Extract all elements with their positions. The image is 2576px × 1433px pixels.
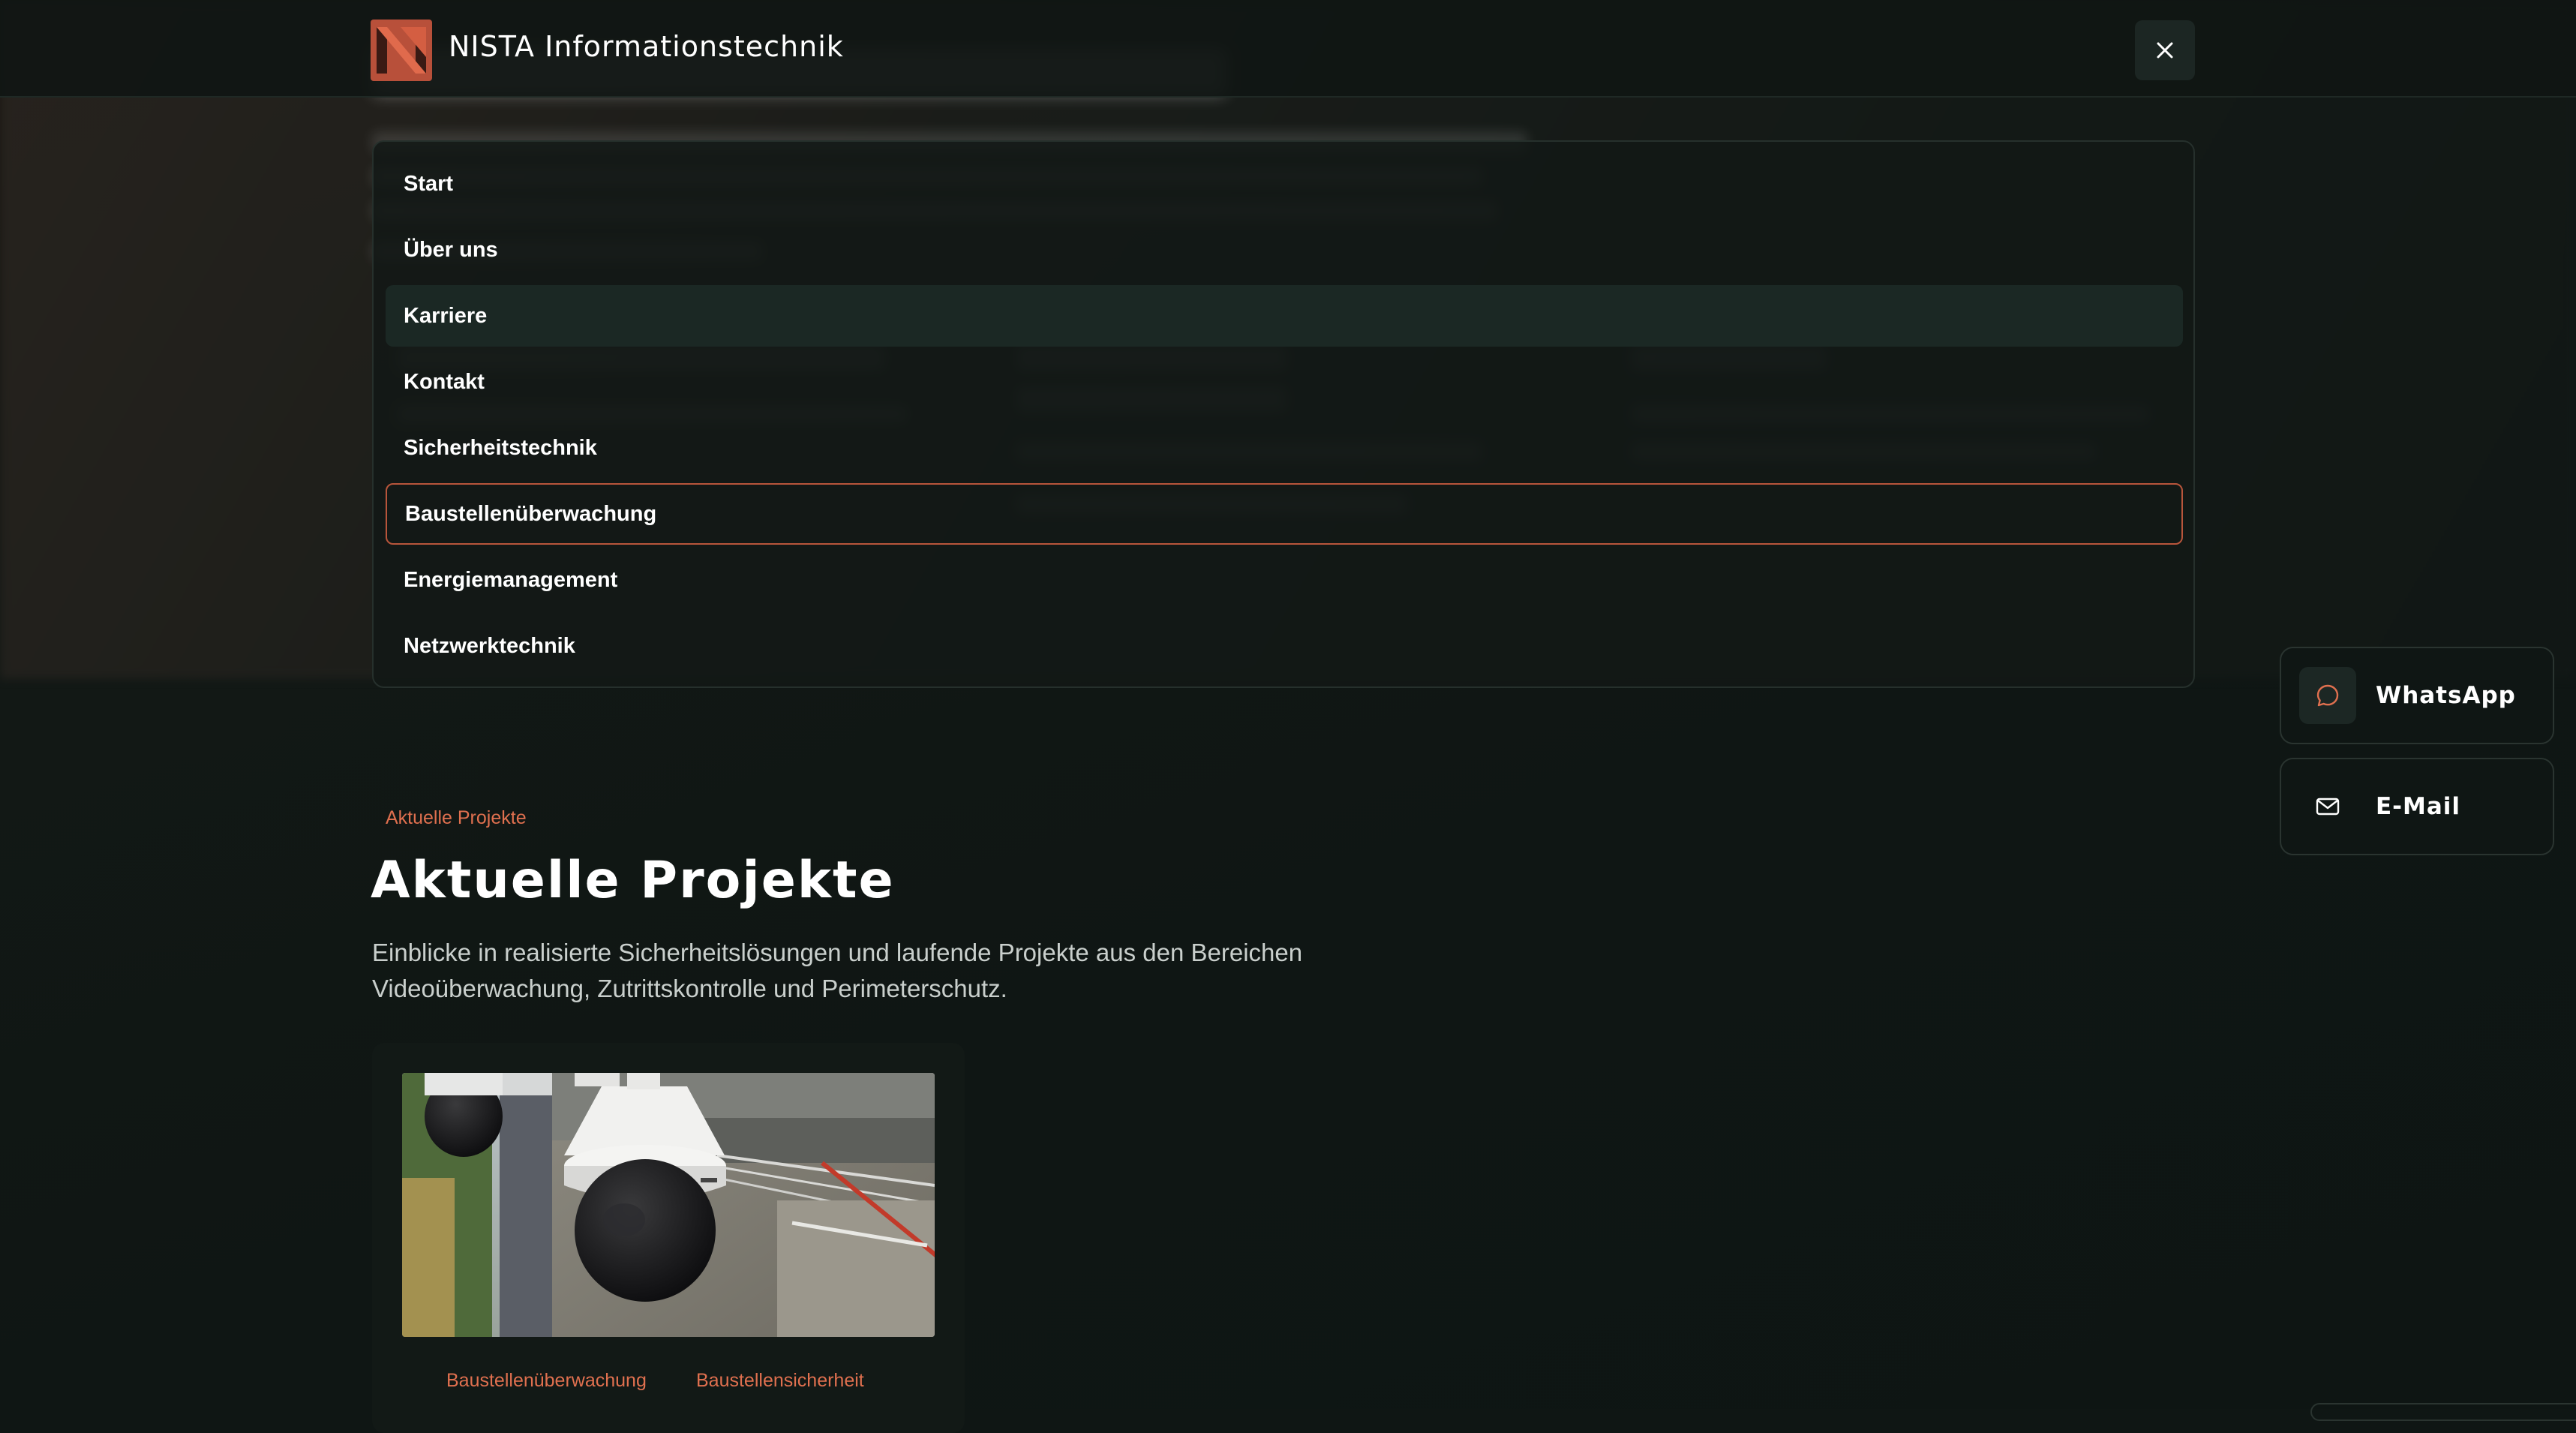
project-tag[interactable]: Baustellensicherheit [696,1370,864,1392]
whatsapp-label: WhatsApp [2376,682,2516,709]
email-icon-wrap [2299,778,2356,835]
mail-icon [2316,798,2340,816]
menu-item-energiemanagement[interactable]: Energiemanagement [386,549,2183,611]
project-tag[interactable]: Baustellenüberwachung [446,1370,647,1392]
chat-bubble-icon [2316,684,2339,707]
mobile-nav-menu: Start Über uns Karriere Kontakt Sicherhe… [372,140,2195,688]
menu-item-netzwerktechnik[interactable]: Netzwerktechnik [386,615,2183,677]
close-icon [2157,42,2173,59]
close-menu-button[interactable] [2135,20,2195,80]
section-description: Einblicke in realisierte Sicherheitslösu… [372,939,1303,1002]
floating-element-edge [2310,1403,2576,1421]
menu-item-kontakt[interactable]: Kontakt [386,351,2183,413]
nista-logo-icon[interactable] [371,20,432,81]
section-badge: Aktuelle Projekte [386,807,527,828]
brand-name[interactable]: NISTA Informationstechnik [449,30,844,63]
project-card[interactable]: Baustellenüberwachung Baustellensicherhe… [372,1043,965,1433]
whatsapp-button[interactable]: WhatsApp [2280,647,2554,744]
project-image[interactable] [402,1073,935,1337]
menu-item-ueber-uns[interactable]: Über uns [386,219,2183,281]
whatsapp-icon-wrap [2299,667,2356,724]
menu-item-karriere[interactable]: Karriere [386,285,2183,347]
menu-item-baustellenueberwachung[interactable]: Baustellenüberwachung [386,483,2183,545]
email-button[interactable]: E-Mail [2280,758,2554,855]
camera-photo-image [402,1073,935,1337]
site-header: NISTA Informationstechnik [0,0,2576,98]
menu-item-start[interactable]: Start [386,153,2183,215]
email-label: E-Mail [2376,793,2461,820]
menu-item-sicherheitstechnik[interactable]: Sicherheitstechnik [386,417,2183,479]
section-title: Aktuelle Projekte [371,851,895,910]
